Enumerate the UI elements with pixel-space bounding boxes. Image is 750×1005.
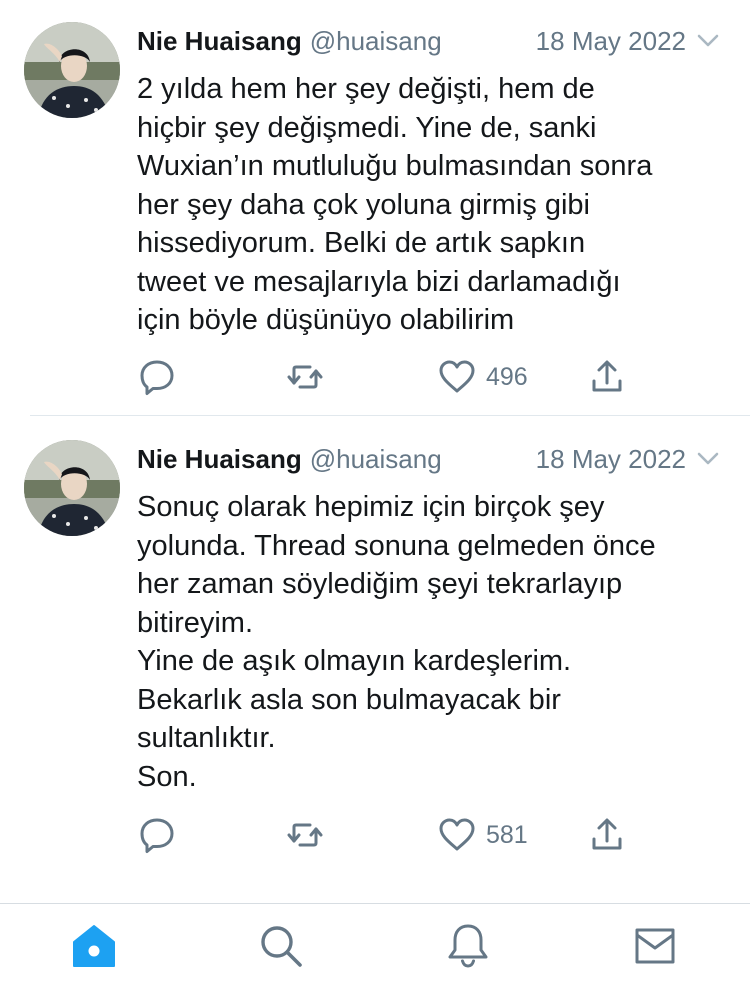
tab-home[interactable] <box>70 922 118 970</box>
like-button[interactable]: 496 <box>437 357 528 397</box>
tab-messages[interactable] <box>631 922 679 970</box>
tab-search[interactable] <box>257 922 305 970</box>
tweet-actions: 496 <box>137 357 737 397</box>
search-icon <box>261 926 302 967</box>
tab-notifications[interactable] <box>444 922 492 970</box>
retweet-icon <box>287 365 323 389</box>
author-handle[interactable]: @huaisang <box>310 444 442 474</box>
avatar-photo <box>24 440 120 536</box>
tweet-actions: 581 <box>137 815 737 855</box>
like-count: 581 <box>486 820 528 849</box>
bell-icon <box>448 924 488 968</box>
avatar[interactable] <box>24 440 120 536</box>
share-button[interactable] <box>587 357 627 397</box>
reply-button[interactable] <box>137 357 177 397</box>
tweet-header: Nie Huaisang @huaisang 18 May 2022 <box>137 442 722 476</box>
tweet-date[interactable]: 18 May 2022 <box>536 24 686 58</box>
reply-icon <box>140 818 174 853</box>
avatar[interactable] <box>24 22 120 118</box>
share-button[interactable] <box>587 815 627 855</box>
mail-icon <box>635 928 675 964</box>
retweet-button[interactable] <box>285 357 325 397</box>
home-icon <box>73 925 115 967</box>
heart-icon <box>439 360 475 393</box>
author-name[interactable]: Nie Huaisang <box>137 444 302 474</box>
author-handle[interactable]: @huaisang <box>310 26 442 56</box>
share-icon <box>592 818 622 850</box>
like-count: 496 <box>486 362 528 391</box>
bottom-tab-bar <box>0 903 750 1005</box>
tweet-text: 2 yılda hem her şey değişti, hem de hiçb… <box>137 73 653 336</box>
author-name[interactable]: Nie Huaisang <box>137 26 302 56</box>
chevron-down-icon[interactable] <box>696 32 720 50</box>
retweet-icon <box>287 823 323 847</box>
reply-button[interactable] <box>137 815 177 855</box>
tweet-text: Sonuç olarak hepimiz için birçok şey yol… <box>137 491 656 793</box>
tweet[interactable]: Nie Huaisang @huaisang 18 May 2022 Sonuç … <box>0 418 750 903</box>
share-icon <box>592 360 622 392</box>
tweet-header: Nie Huaisang @huaisang 18 May 2022 <box>137 24 722 58</box>
heart-icon <box>439 818 475 851</box>
reply-icon <box>140 360 174 395</box>
tweet-divider <box>30 415 750 416</box>
avatar-photo <box>24 22 120 118</box>
like-button[interactable]: 581 <box>437 815 528 855</box>
retweet-button[interactable] <box>285 815 325 855</box>
tweet-date[interactable]: 18 May 2022 <box>536 442 686 476</box>
tweet[interactable]: Nie Huaisang @huaisang 18 May 2022 2 yıld… <box>0 0 750 415</box>
chevron-down-icon[interactable] <box>696 450 720 468</box>
